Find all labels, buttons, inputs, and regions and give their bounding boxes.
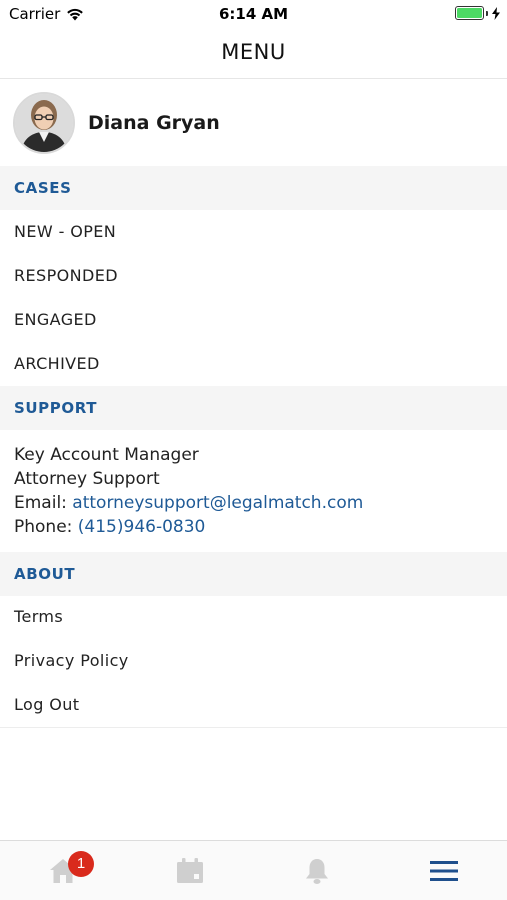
notification-badge: 1	[68, 851, 94, 877]
menu-item-new-open[interactable]: NEW - OPEN	[14, 222, 116, 241]
calendar-icon	[177, 857, 203, 883]
list-divider	[0, 727, 507, 728]
tab-notifications[interactable]	[254, 841, 380, 900]
section-header-cases: CASES	[0, 166, 507, 210]
charging-bolt-icon	[492, 6, 500, 20]
profile-row[interactable]: Diana Gryan	[0, 80, 507, 166]
support-email-row: Email: attorneysupport@legalmatch.com	[14, 493, 363, 513]
section-header-about: ABOUT	[0, 552, 507, 596]
tab-home[interactable]: 1	[0, 841, 126, 900]
nav-header: MENU	[0, 28, 507, 79]
support-phone-link[interactable]: (415)946-0830	[78, 517, 206, 537]
avatar	[13, 92, 75, 154]
support-phone-row: Phone: (415)946-0830	[14, 517, 205, 537]
email-label: Email:	[14, 493, 73, 513]
menu-item-responded[interactable]: RESPONDED	[14, 266, 118, 285]
user-avatar-icon	[15, 94, 73, 152]
bell-icon	[306, 858, 328, 884]
menu-item-log-out[interactable]: Log Out	[14, 695, 79, 714]
battery-icon	[455, 6, 484, 20]
menu-item-terms[interactable]: Terms	[14, 607, 63, 626]
support-email-link[interactable]: attorneysupport@legalmatch.com	[72, 493, 363, 513]
menu-item-privacy-policy[interactable]: Privacy Policy	[14, 651, 129, 670]
section-header-support: SUPPORT	[0, 386, 507, 430]
status-time: 6:14 AM	[218, 5, 289, 23]
phone-label: Phone:	[14, 517, 78, 537]
user-name: Diana Gryan	[88, 112, 220, 134]
battery-indicator	[455, 6, 500, 20]
menu-item-engaged[interactable]: ENGAGED	[14, 310, 97, 329]
tab-calendar[interactable]	[127, 841, 253, 900]
support-team-label: Attorney Support	[14, 469, 160, 489]
page-title: MENU	[221, 40, 286, 64]
tab-bar: 1	[0, 840, 507, 900]
tab-menu[interactable]	[381, 841, 507, 900]
support-manager-label: Key Account Manager	[14, 445, 199, 465]
status-bar: Carrier 6:14 AM	[0, 0, 507, 28]
menu-icon	[430, 860, 458, 881]
menu-item-archived[interactable]: ARCHIVED	[14, 354, 100, 373]
